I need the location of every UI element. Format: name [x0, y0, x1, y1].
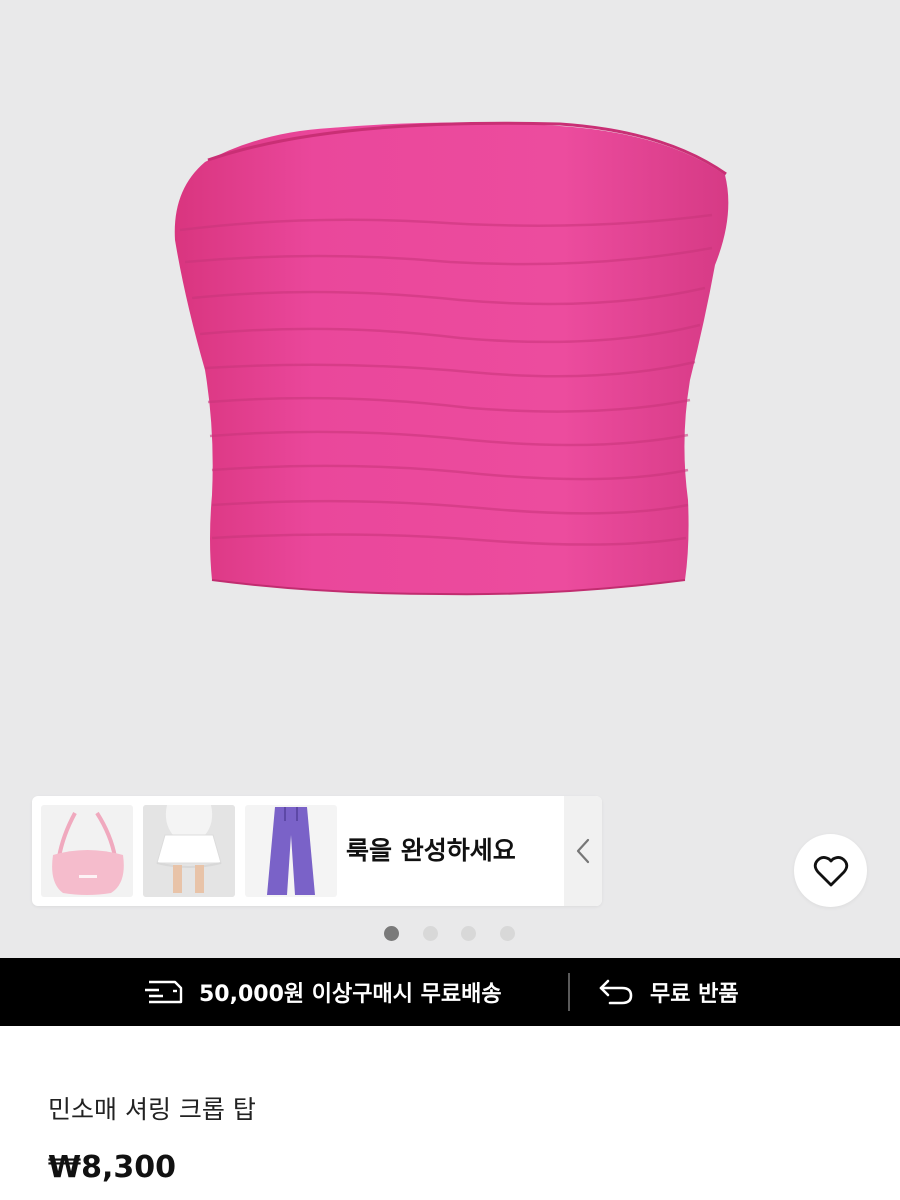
promo-divider: [568, 973, 570, 1011]
look-thumbnail-skirt[interactable]: [143, 805, 235, 897]
promo-bar: 50,000원 이상구매시 무료배송 무료 반품: [0, 958, 900, 1026]
delivery-truck-icon: [145, 980, 183, 1004]
chevron-left-icon: [576, 838, 590, 864]
pagination-dot-active[interactable]: [384, 926, 399, 941]
heart-icon: [813, 855, 848, 886]
wishlist-button[interactable]: [794, 834, 867, 907]
complete-the-look-card[interactable]: 룩을 완성하세요: [32, 796, 602, 906]
product-title: 민소매 셔링 크롭 탑: [48, 1095, 256, 1124]
pagination-dot[interactable]: [461, 926, 476, 941]
pagination-dot[interactable]: [423, 926, 438, 941]
look-thumbnail-bag[interactable]: [41, 805, 133, 897]
look-thumbnail-pants[interactable]: [245, 805, 337, 897]
product-price: ₩8,300: [48, 1150, 176, 1185]
look-prev-button[interactable]: [564, 796, 602, 906]
complete-the-look-label: 룩을 완성하세요: [346, 836, 516, 865]
free-shipping-text: 50,000원 이상구매시 무료배송: [199, 982, 502, 1007]
free-return-info[interactable]: 무료 반품: [598, 958, 739, 1026]
return-arrow-icon: [599, 979, 633, 1005]
pagination-dot[interactable]: [500, 926, 515, 941]
free-shipping-info[interactable]: 50,000원 이상구매시 무료배송: [145, 958, 502, 1026]
gallery-pagination: [0, 926, 900, 942]
free-return-text: 무료 반품: [650, 982, 739, 1007]
